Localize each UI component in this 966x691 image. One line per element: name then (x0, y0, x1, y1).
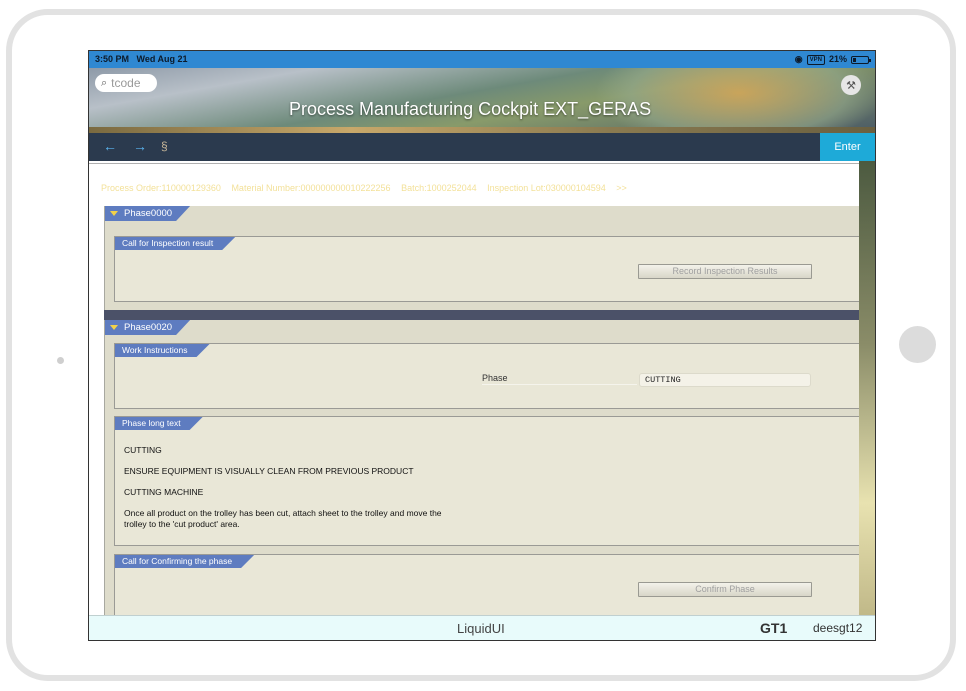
group-tab: Call for Inspection result (115, 237, 235, 250)
phase-long-text-group: Phase long text CUTTING ENSURE EQUIPMENT… (114, 416, 860, 546)
wifi-icon: ◉ (794, 54, 803, 64)
status-indicators: ◉ VPN 21% (794, 51, 871, 68)
footer-user: deesgt12 (813, 621, 863, 635)
status-time: 3:50 PM Wed Aug 21 (95, 51, 188, 68)
battery-percent: 21% (828, 54, 847, 64)
field-underline (482, 384, 637, 385)
search-placeholder: tcode (111, 76, 141, 90)
back-arrow-icon[interactable]: ← (103, 138, 117, 154)
forward-arrow-icon[interactable]: → (133, 138, 147, 154)
phase-field-label: Phase (482, 373, 508, 383)
header-banner: ⌕ tcode Process Manufacturing Cockpit EX… (89, 68, 875, 133)
confirm-phase-group: Call for Confirming the phase Confirm Ph… (114, 554, 860, 624)
camera-dot (57, 357, 64, 364)
toolbar: ← → § Enter (89, 133, 875, 161)
phase-0020-section: Phase0020 Work Instructions Phase CUTTIN… (104, 320, 860, 624)
scroll-gutter[interactable] (859, 161, 875, 617)
time: 3:50 PM (95, 54, 130, 64)
material-number: Material Number:000000000010222256 (231, 183, 391, 193)
date: Wed Aug 21 (136, 54, 188, 64)
process-order: Process Order:110000129360 (101, 183, 221, 193)
long-text-line: trolley to the 'cut product' area. (124, 519, 240, 529)
status-bar: 3:50 PM Wed Aug 21 ◉ VPN 21% (89, 51, 875, 68)
phase-label: Phase0020 (124, 322, 173, 333)
collapse-triangle-icon (110, 325, 118, 330)
group-tab: Phase long text (115, 417, 203, 430)
long-text-line: CUTTING (124, 445, 162, 455)
group-tab: Work Instructions (115, 344, 210, 357)
home-button[interactable] (899, 326, 936, 363)
app-screen: 3:50 PM Wed Aug 21 ◉ VPN 21% ⌕ tcode Pro… (88, 50, 876, 641)
phase-0000-tab[interactable]: Phase0000 (105, 206, 190, 221)
phase-field-value[interactable]: CUTTING (639, 373, 811, 387)
phase-0020-tab[interactable]: Phase0020 (105, 320, 190, 335)
order-info-line: Process Order:110000129360 Material Numb… (101, 183, 635, 193)
phase-0000-section: Phase0000 Call for Inspection result Rec… (104, 206, 860, 310)
enter-button[interactable]: Enter (820, 133, 875, 161)
phase-label: Phase0000 (124, 208, 173, 219)
record-inspection-results-button[interactable]: Record Inspection Results (638, 264, 812, 279)
more-link[interactable]: >> (616, 183, 627, 193)
long-text-line: Once all product on the trolley has been… (124, 508, 442, 518)
long-text-line: ENSURE EQUIPMENT IS VISUALLY CLEAN FROM … (124, 466, 414, 476)
work-instructions-group: Work Instructions Phase CUTTING (114, 343, 860, 409)
app-title: Process Manufacturing Cockpit EXT_GERAS (289, 99, 652, 119)
inspection-lot: Inspection Lot:030000104594 (487, 183, 606, 193)
collapse-triangle-icon (110, 211, 118, 216)
confirm-phase-button[interactable]: Confirm Phase (638, 582, 812, 597)
footer-system: GT1 (760, 620, 788, 636)
wrench-icon[interactable]: ⚒ (841, 75, 861, 95)
inspection-result-group: Call for Inspection result Record Inspec… (114, 236, 860, 302)
battery-icon (851, 55, 871, 64)
phase-separator (104, 310, 859, 320)
footer-bar: LiquidUI GT1 deesgt12 (89, 615, 875, 640)
scroll-icon[interactable]: § (161, 139, 168, 153)
long-text-line: CUTTING MACHINE (124, 487, 204, 497)
search-icon: ⌕ (101, 76, 108, 89)
vpn-badge: VPN (806, 54, 825, 65)
group-tab: Call for Confirming the phase (115, 555, 254, 568)
batch: Batch:1000252044 (401, 183, 477, 193)
tcode-search-input[interactable]: ⌕ tcode (95, 74, 157, 92)
footer-brand: LiquidUI (457, 621, 505, 636)
content-area: Process Order:110000129360 Material Numb… (89, 163, 860, 624)
